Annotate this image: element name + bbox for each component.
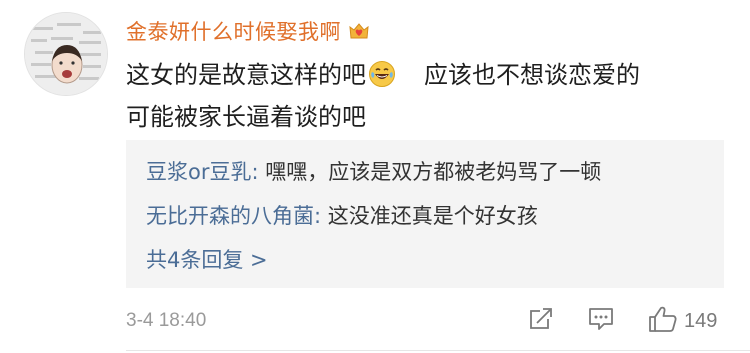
comment-text-part1: 这女的是故意这样的吧 <box>126 61 366 89</box>
timestamp: 3-4 18:40 <box>126 310 207 331</box>
comment-text-part2: 应该也不想谈恋爱的 <box>424 61 640 89</box>
like-button[interactable]: 149 <box>648 306 717 336</box>
comment-text-line2: 可能被家长逼着谈的吧 <box>126 103 366 131</box>
comment-text: 这女的是故意这样的吧 应该也不想谈恋爱的可能被家长逼着谈的吧 <box>126 54 726 138</box>
comment-button[interactable] <box>587 306 615 336</box>
reply-preview-box[interactable]: 豆浆or豆乳: 嘿嘿，应该是双方都被老妈骂了一顿 无比开森的八角菌: 这没准还真… <box>126 140 724 288</box>
reply-text: 嘿嘿，应该是双方都被老妈骂了一顿 <box>265 160 602 184</box>
thumbs-up-icon <box>648 305 678 337</box>
reply-colon: : <box>251 160 266 184</box>
username-row: 金泰妍什么时候娶我啊 <box>126 14 371 48</box>
reply-text: 这没准还真是个好女孩 <box>327 204 538 228</box>
comment-icon <box>587 306 615 336</box>
username[interactable]: 金泰妍什么时候娶我啊 <box>126 16 341 46</box>
reply-colon: : <box>314 204 328 228</box>
comment-card: 金泰妍什么时候娶我啊 这女的是故意这样的吧 应该也不想谈恋爱的可能被家长逼着谈的吧… <box>0 0 750 353</box>
like-count: 149 <box>684 309 718 332</box>
reply-item[interactable]: 豆浆or豆乳: 嘿嘿，应该是双方都被老妈骂了一顿 <box>146 158 601 186</box>
share-button[interactable] <box>528 306 554 336</box>
share-icon <box>528 306 554 336</box>
avatar[interactable] <box>24 12 108 96</box>
more-replies-link[interactable]: 共4条回复 > <box>146 246 268 274</box>
crown-heart-badge-icon <box>347 19 371 43</box>
laughing-tears-emoji-icon <box>368 59 396 87</box>
reply-author[interactable]: 无比开森的八角菌 <box>146 204 314 228</box>
divider <box>126 350 750 351</box>
reply-author[interactable]: 豆浆or豆乳 <box>146 160 251 184</box>
reply-item[interactable]: 无比开森的八角菌: 这没准还真是个好女孩 <box>146 202 538 230</box>
